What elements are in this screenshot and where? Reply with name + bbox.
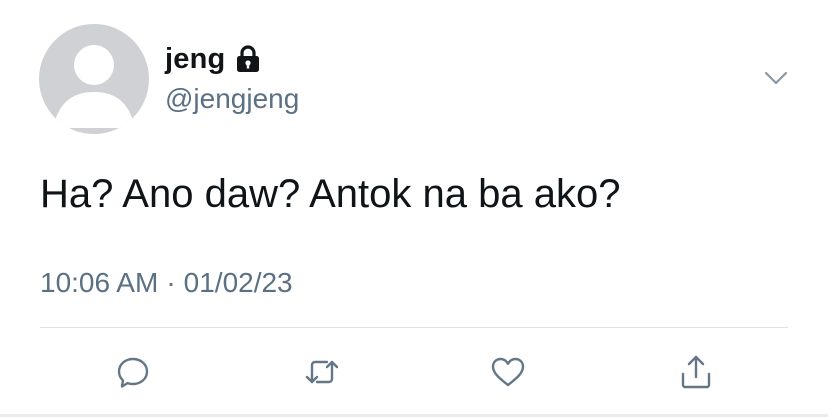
tweet-time: 10:06 AM [40,267,159,298]
tweet-card: jeng @jengjeng Ha? Ano daw? Antok na ba … [0,0,828,417]
meta-separator: · [166,267,176,298]
user-name-row: jeng [165,42,261,76]
reply-icon [117,357,149,388]
lock-icon [235,45,261,73]
user-handle[interactable]: @jengjeng [165,82,299,116]
share-button[interactable] [676,352,716,392]
avatar[interactable] [39,24,149,134]
display-name[interactable]: jeng [165,42,225,76]
divider [40,327,788,328]
chevron-down-icon[interactable] [762,66,790,90]
reply-button[interactable] [113,352,153,392]
heart-icon [491,357,525,387]
tweet-timestamp[interactable]: 10:06 AM · 01/02/23 [40,266,293,300]
retweet-button[interactable] [302,352,342,392]
share-icon [681,355,711,389]
tweet-date: 01/02/23 [183,267,293,298]
default-avatar-icon [53,45,135,128]
like-button[interactable] [488,352,528,392]
retweet-icon [305,360,339,384]
tweet-text: Ha? Ano daw? Antok na ba ako? [40,172,621,216]
